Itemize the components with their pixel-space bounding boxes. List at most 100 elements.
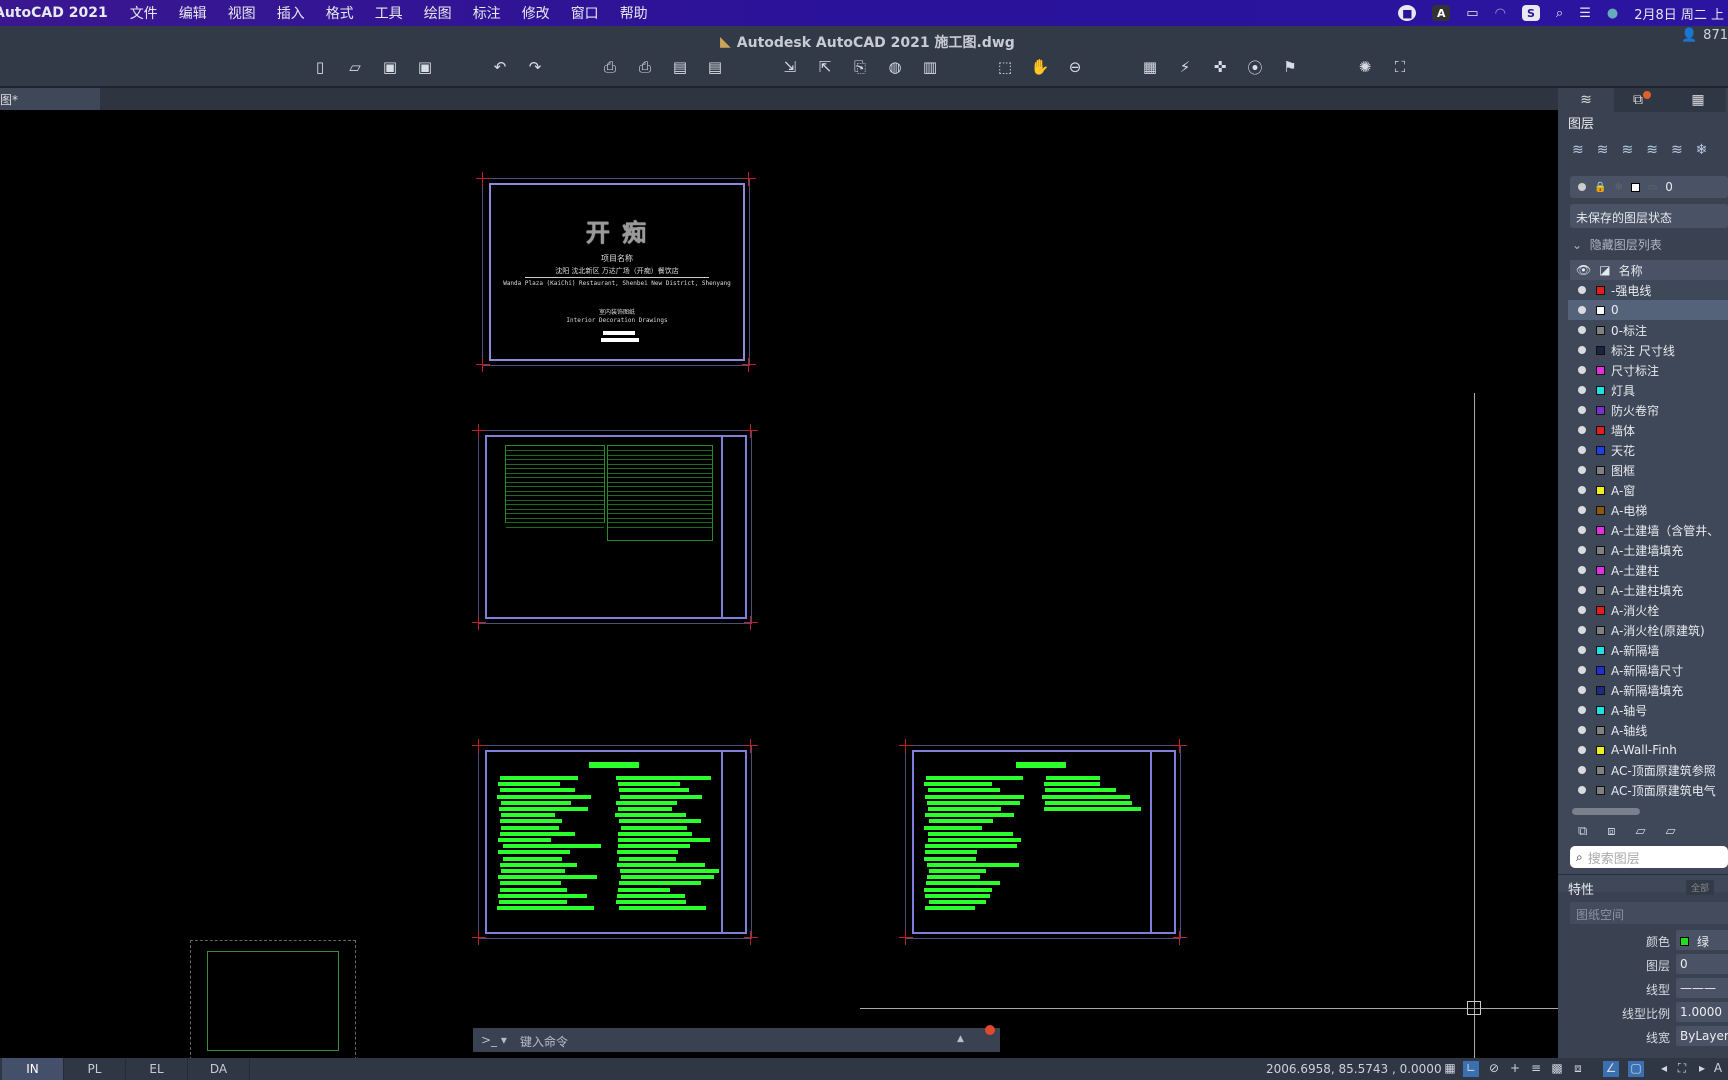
user-name[interactable]: 871	[1703, 28, 1728, 43]
battery-icon[interactable]: ▭	[1466, 6, 1478, 21]
property-value[interactable]: 绿	[1676, 930, 1728, 950]
drawing-canvas[interactable]: 开 痴 项目名称 沈阳 沈北新区 万达广场（开痴）餐饮店 Wanda Plaza…	[0, 110, 1558, 1058]
layer-color-swatch[interactable]	[1596, 305, 1605, 315]
save-as-icon[interactable]: ▣	[416, 58, 434, 76]
osnap-track-icon[interactable]: +	[1507, 1061, 1523, 1077]
layer-up-icon[interactable]: ≋	[1671, 142, 1683, 158]
orbit-icon[interactable]: ⊖	[1066, 58, 1084, 76]
record-icon[interactable]: ■	[1398, 5, 1417, 21]
layer-filter-icon[interactable]: ⧈	[1607, 824, 1615, 839]
layer-edit-icon[interactable]: ≋	[1597, 142, 1609, 158]
layer-color-swatch[interactable]	[1596, 705, 1605, 715]
layer-row[interactable]: A-轴号	[1568, 700, 1728, 720]
layout-tab-in[interactable]: IN	[2, 1058, 64, 1080]
new-layer-icon[interactable]: ≋	[1572, 142, 1584, 158]
layer-color-swatch[interactable]	[1596, 565, 1605, 575]
layer-row[interactable]: 0	[1568, 300, 1728, 320]
space-selector[interactable]: 图纸空间	[1570, 902, 1728, 924]
layer-color-swatch[interactable]	[1596, 505, 1605, 515]
menu-edit[interactable]: 编辑	[179, 3, 207, 23]
zoom-window-icon[interactable]: ⬚	[996, 58, 1014, 76]
layer-visibility-icon[interactable]	[1578, 786, 1586, 794]
menu-dimension[interactable]: 标注	[473, 3, 501, 23]
layer-states-icon[interactable]: ⧉	[1578, 824, 1587, 839]
app-menu[interactable]: AutoCAD 2021	[0, 5, 108, 21]
design-center-icon[interactable]: ✜	[1211, 58, 1229, 76]
properties-icon[interactable]: ▦	[1141, 58, 1159, 76]
layer-list-scrollbar[interactable]	[1572, 808, 1640, 815]
model-space-icon[interactable]: ▢	[1628, 1061, 1644, 1077]
layer-search-input[interactable]: ⌕ 搜索图层	[1570, 846, 1728, 868]
layer-color-swatch[interactable]	[1596, 485, 1605, 495]
grid-icon[interactable]: ▦	[1442, 1061, 1458, 1077]
layer-row[interactable]: A-土建柱填充	[1568, 580, 1728, 600]
render-icon[interactable]: ✺	[1356, 58, 1374, 76]
capture-icon[interactable]: ⛶	[1391, 58, 1409, 76]
command-history-icon[interactable]: ▲	[957, 1034, 964, 1044]
layer-visibility-icon[interactable]	[1578, 306, 1586, 314]
layer-visibility-icon[interactable]	[1578, 446, 1586, 454]
layer-row[interactable]: A-新隔墙填充	[1568, 680, 1728, 700]
command-input[interactable]: 键入命令	[520, 1033, 568, 1050]
property-value[interactable]: 1.0000	[1676, 1002, 1728, 1022]
layer-visibility-icon[interactable]	[1578, 666, 1586, 674]
layer-color-swatch[interactable]	[1596, 785, 1605, 795]
layer-color-swatch[interactable]	[1596, 545, 1605, 555]
layer-color-swatch[interactable]	[1596, 765, 1605, 775]
layer-row[interactable]: A-轴线	[1568, 720, 1728, 740]
input-method-icon[interactable]: A	[1432, 5, 1451, 21]
layer-visibility-icon[interactable]	[1578, 526, 1586, 534]
layer-color-swatch[interactable]	[1596, 685, 1605, 695]
layer-visibility-icon[interactable]	[1578, 346, 1586, 354]
layer-row[interactable]: 灯具	[1568, 380, 1728, 400]
layer-list[interactable]: -强电线 0 0-标注 标注 尺寸线 尺寸标注 灯具 防火卷帘 墙体 天花 图框 A-窗 A-电梯 A-…	[1558, 280, 1728, 892]
layer-visibility-icon[interactable]	[1578, 426, 1586, 434]
layer-visibility-icon[interactable]	[1578, 386, 1586, 394]
control-center-icon[interactable]: ☰	[1579, 6, 1591, 21]
annotation-scale-icon[interactable]: A	[1710, 1061, 1726, 1077]
layer-color-swatch[interactable]	[1596, 725, 1605, 735]
tab-drawing[interactable]: 图*	[0, 88, 100, 110]
command-line[interactable]: >_ ▾ 键入命令 ▲	[473, 1025, 1000, 1052]
layer-visibility-icon[interactable]	[1578, 326, 1586, 334]
layer-color-swatch[interactable]	[1596, 365, 1605, 375]
clock[interactable]: 2月8日 周二 上	[1634, 4, 1724, 23]
layer-row[interactable]: A-新隔墙尺寸	[1568, 660, 1728, 680]
menu-tools[interactable]: 工具	[375, 3, 403, 23]
sheet-set-icon[interactable]: ⚑	[1281, 58, 1299, 76]
layer-visibility-icon[interactable]	[1578, 366, 1586, 374]
search-icon[interactable]: ⌕	[1556, 6, 1563, 21]
folder-refresh-icon[interactable]: ▱	[1666, 824, 1676, 839]
layer-row[interactable]: 天花	[1568, 440, 1728, 460]
layout-tab-pl[interactable]: PL	[64, 1058, 126, 1080]
layer-visibility-icon[interactable]	[1578, 686, 1586, 694]
layer-row[interactable]: 尺寸标注	[1568, 360, 1728, 380]
hidden-layers-toggle[interactable]: ⌄ 隐藏图层列表	[1572, 236, 1662, 253]
layer-color-swatch[interactable]	[1596, 385, 1605, 395]
layer-visibility-icon[interactable]	[1578, 766, 1586, 774]
property-value[interactable]: ByLayer	[1676, 1026, 1728, 1046]
menu-file[interactable]: 文件	[130, 3, 158, 23]
layer-visibility-icon[interactable]	[1578, 506, 1586, 514]
layer-visibility-icon[interactable]	[1578, 746, 1586, 754]
layer-row[interactable]: 0-标注	[1568, 320, 1728, 340]
lineweight-icon[interactable]: ≡	[1528, 1061, 1544, 1077]
layer-color-swatch[interactable]	[1596, 345, 1605, 355]
layer-color-swatch[interactable]	[1596, 285, 1605, 295]
layer-visibility-icon[interactable]	[1578, 546, 1586, 554]
layer-row[interactable]: A-电梯	[1568, 500, 1728, 520]
layer-row[interactable]: AC-顶面原建筑电气	[1568, 780, 1728, 800]
redo-icon[interactable]: ↷	[526, 58, 544, 76]
menu-insert[interactable]: 插入	[277, 3, 305, 23]
layer-color-swatch[interactable]	[1596, 445, 1605, 455]
layout-tab-da[interactable]: DA	[188, 1058, 250, 1080]
plot-icon[interactable]: ⎙	[601, 58, 619, 76]
layer-freeze-icon[interactable]: ❄	[1696, 142, 1708, 158]
name-column-header[interactable]: 名称	[1619, 262, 1643, 279]
layer-row[interactable]: A-消火栓	[1568, 600, 1728, 620]
layer-visibility-icon[interactable]	[1578, 406, 1586, 414]
layer-color-swatch[interactable]	[1596, 585, 1605, 595]
layout-tab-el[interactable]: EL	[126, 1058, 188, 1080]
layer-color-swatch[interactable]	[1596, 625, 1605, 635]
layer-row[interactable]: 墙体	[1568, 420, 1728, 440]
